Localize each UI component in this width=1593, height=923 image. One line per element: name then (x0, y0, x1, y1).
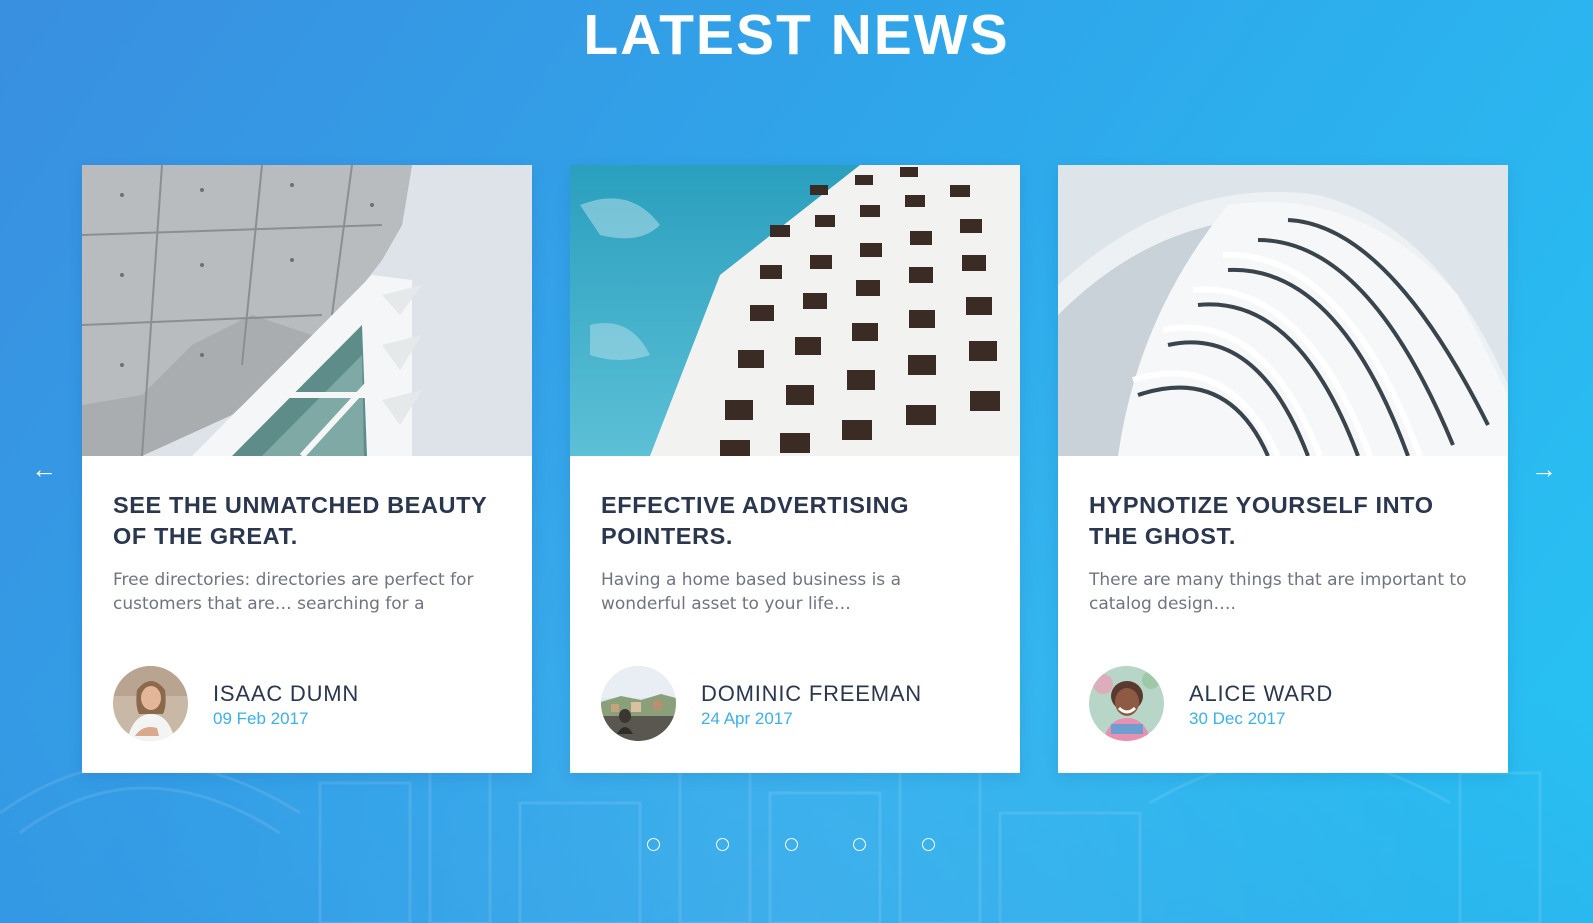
carousel-next-arrow-icon[interactable]: → (1526, 455, 1562, 483)
carousel-dot[interactable] (853, 838, 866, 851)
carousel-dot[interactable] (922, 838, 935, 851)
news-card-excerpt: Free directories: directories are perfec… (113, 570, 474, 614)
carousel-dot[interactable] (647, 838, 660, 851)
post-date: 09 Feb 2017 (213, 709, 309, 728)
author-name[interactable]: ISAAC DUMN (213, 681, 359, 707)
post-date: 30 Dec 2017 (1189, 709, 1286, 728)
author-name[interactable]: ALICE WARD (1189, 681, 1333, 707)
news-card[interactable]: HYPNOTIZE YOURSELF INTO THE GHOST. There… (1058, 165, 1508, 773)
news-card-image[interactable] (82, 165, 532, 456)
section-title: LATEST NEWS (583, 3, 1010, 67)
post-date: 24 Apr 2017 (701, 709, 793, 728)
carousel-dot[interactable] (716, 838, 729, 851)
news-card-excerpt: There are many things that are important… (1089, 570, 1467, 614)
news-card-author: ISAAC DUMN 09 Feb 2017 (113, 666, 513, 742)
carousel-dot[interactable] (785, 838, 798, 851)
news-card-title[interactable]: EFFECTIVE ADVERTISING POINTERS. (601, 490, 1001, 552)
author-avatar (601, 666, 676, 741)
news-card-title[interactable]: HYPNOTIZE YOURSELF INTO THE GHOST. (1089, 490, 1489, 552)
author-avatar (1089, 666, 1164, 741)
carousel-pagination (0, 838, 1593, 858)
news-card-excerpt: Having a home based business is a wonder… (601, 570, 901, 614)
author-avatar (113, 666, 188, 741)
news-card-image[interactable] (570, 165, 1020, 456)
author-name[interactable]: DOMINIC FREEMAN (701, 681, 922, 707)
news-card-author: ALICE WARD 30 Dec 2017 (1089, 666, 1489, 742)
carousel-prev-arrow-icon[interactable]: ← (26, 455, 62, 483)
news-card-author: DOMINIC FREEMAN 24 Apr 2017 (601, 666, 1001, 742)
news-card[interactable]: SEE THE UNMATCHED BEAUTY OF THE GREAT. F… (82, 165, 532, 773)
news-card-image[interactable] (1058, 165, 1508, 456)
news-card[interactable]: EFFECTIVE ADVERTISING POINTERS. Having a… (570, 165, 1020, 773)
news-card-title[interactable]: SEE THE UNMATCHED BEAUTY OF THE GREAT. (113, 490, 513, 552)
